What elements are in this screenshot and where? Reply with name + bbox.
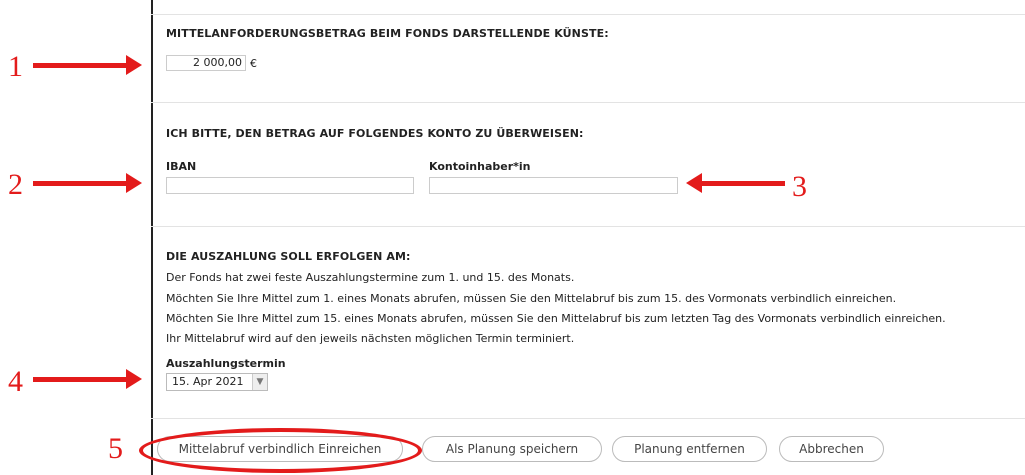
chevron-down-icon[interactable]: ▼ bbox=[252, 374, 267, 390]
info-line: Ihr Mittelabruf wird auf den jeweils näc… bbox=[166, 332, 575, 345]
payout-date-value: 15. Apr 2021 bbox=[172, 375, 244, 388]
remove-plan-button[interactable]: Planung entfernen bbox=[612, 436, 767, 462]
annotation-number: 3 bbox=[792, 170, 807, 203]
cancel-button[interactable]: Abbrechen bbox=[779, 436, 884, 462]
annotation-number: 4 bbox=[8, 365, 23, 398]
amount-input[interactable]: 2 000,00 bbox=[166, 55, 246, 71]
annotation-number: 1 bbox=[8, 50, 23, 83]
account-heading: ICH BITTE, DEN BETRAG AUF FOLGENDES KONT… bbox=[166, 127, 584, 140]
arrow-right-icon bbox=[33, 55, 142, 75]
account-holder-label: Kontoinhaber*in bbox=[429, 160, 531, 173]
section-divider bbox=[151, 102, 1025, 103]
arrow-left-icon bbox=[686, 173, 785, 193]
highlight-ellipse bbox=[139, 428, 422, 473]
annotation-number: 2 bbox=[8, 168, 23, 201]
amount-heading: MITTELANFORDERUNGSBETRAG BEIM FONDS DARS… bbox=[166, 27, 609, 40]
iban-input[interactable] bbox=[166, 177, 414, 194]
section-divider bbox=[151, 226, 1025, 227]
form-panel bbox=[151, 0, 1025, 475]
payout-date-label: Auszahlungstermin bbox=[166, 357, 286, 370]
currency-symbol: € bbox=[250, 57, 257, 70]
payout-date-select[interactable]: 15. Apr 2021 ▼ bbox=[166, 373, 268, 391]
save-plan-button[interactable]: Als Planung speichern bbox=[422, 436, 602, 462]
account-holder-input[interactable] bbox=[429, 177, 678, 194]
arrow-right-icon bbox=[33, 369, 142, 389]
section-divider bbox=[151, 418, 1025, 419]
top-divider bbox=[151, 14, 1025, 15]
annotation-number: 5 bbox=[108, 432, 123, 465]
info-line: Möchten Sie Ihre Mittel zum 15. eines Mo… bbox=[166, 312, 946, 325]
iban-label: IBAN bbox=[166, 160, 197, 173]
info-line: Möchten Sie Ihre Mittel zum 1. eines Mon… bbox=[166, 292, 897, 305]
arrow-right-icon bbox=[33, 173, 142, 193]
payout-heading: DIE AUSZAHLUNG SOLL ERFOLGEN AM: bbox=[166, 250, 411, 263]
info-line: Der Fonds hat zwei feste Auszahlungsterm… bbox=[166, 271, 575, 284]
